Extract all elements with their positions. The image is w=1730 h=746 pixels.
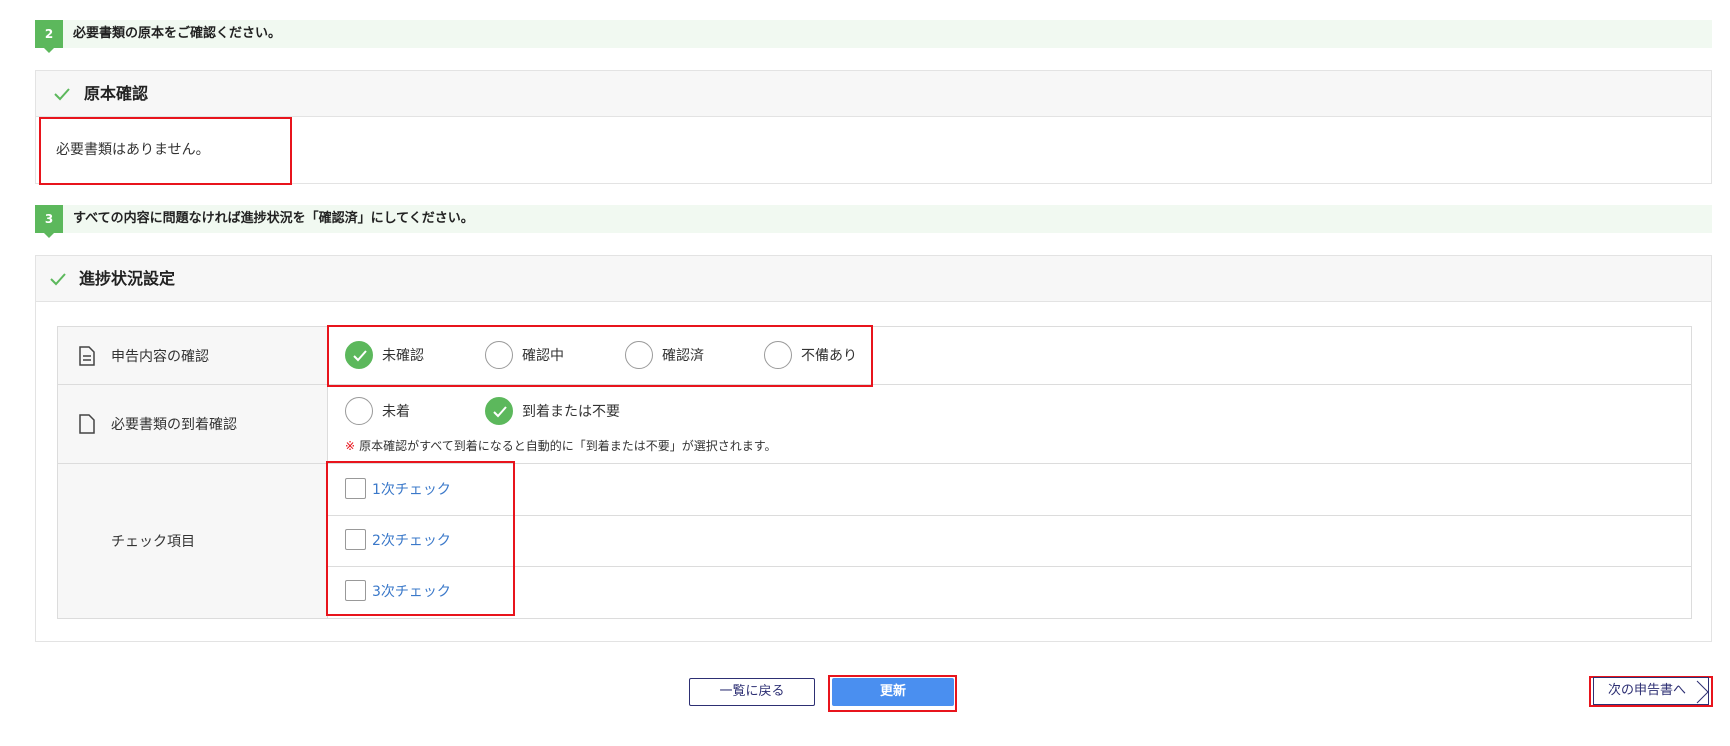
radio-label: 未着 [382,404,410,420]
step-instruction: 必要書類の原本をご確認ください。 [73,26,282,41]
note-text: 原本確認がすべて到着になると自動的に「到着または不要」が選択されます。 [359,439,777,453]
checkmark-icon [50,273,66,286]
original-check-panel: 原本確認 必要書類はありません。 [35,70,1712,184]
row-label-cell: 申告内容の確認 [58,327,328,384]
checkbox-square [345,478,366,499]
radio-label: 到着または不要 [522,404,620,420]
next-declaration-button[interactable]: 次の申告書へ [1593,677,1709,705]
chevron-right-icon [1696,680,1709,704]
radio-label: 確認済 [662,348,704,364]
no-documents-message: 必要書類はありません。 [56,142,210,158]
check-items-row: チェック項目 1次チェック 2次チェック 3次チェック [58,464,1691,618]
row-label-cell: 必要書類の到着確認 [58,385,328,463]
check-divider [328,566,1691,567]
documents-arrival-row: 必要書類の到着確認 未着 到着または不要 ※ 原本確認がすべて到着になると自動的に… [58,385,1691,464]
radio-arrived-or-unneeded[interactable]: 到着または不要 [485,397,620,425]
panel-header: 原本確認 [36,71,1711,117]
radio-circle [345,397,373,425]
check-icon [493,406,507,418]
check-divider [328,515,1691,516]
radio-circle-selected [485,397,513,425]
second-check-checkbox[interactable]: 2次チェック [345,529,451,550]
settings-table: 申告内容の確認 未確認 確認中 確認済 不備あり 必要書類の到着確認 未着 到着… [57,326,1692,619]
checkmark-icon [54,88,70,101]
step-3-bar: 3 すべての内容に問題なければ進捗状況を「確認済」にしてください。 [35,205,1712,238]
radio-label: 確認中 [522,348,564,364]
checkbox-label: 3次チェック [372,583,451,600]
radio-circle [625,341,653,369]
next-button-label: 次の申告書へ [1608,683,1687,698]
declaration-check-row: 申告内容の確認 未確認 確認中 確認済 不備あり [58,327,1691,385]
panel-title: 進捗状況設定 [79,269,176,288]
step-number-badge: 3 [35,205,63,238]
step-number-badge: 2 [35,20,63,53]
checkbox-square [345,580,366,601]
radio-unconfirmed[interactable]: 未確認 [345,341,424,369]
third-check-checkbox[interactable]: 3次チェック [345,580,451,601]
row-label-cell: チェック項目 [58,464,328,618]
document-lines-icon [79,345,95,366]
auto-select-note: ※ 原本確認がすべて到着になると自動的に「到着または不要」が選択されます。 [345,437,777,454]
update-button[interactable]: 更新 [832,678,954,706]
step-instruction: すべての内容に問題なければ進捗状況を「確認済」にしてください。 [73,211,474,226]
row-label: 必要書類の到着確認 [111,417,237,433]
step-2-bar: 2 必要書類の原本をご確認ください。 [35,20,1712,53]
radio-label: 未確認 [382,348,424,364]
note-mark: ※ [345,439,356,453]
radio-confirming[interactable]: 確認中 [485,341,564,369]
radio-circle [485,341,513,369]
checkbox-label: 1次チェック [372,481,451,498]
back-to-list-button[interactable]: 一覧に戻る [689,678,815,706]
document-icon [79,414,95,434]
radio-circle-selected [345,341,373,369]
radio-confirmed[interactable]: 確認済 [625,341,704,369]
row-label: チェック項目 [111,534,195,550]
radio-label: 不備あり [801,348,857,364]
radio-deficient[interactable]: 不備あり [764,341,857,369]
row-label: 申告内容の確認 [111,348,209,365]
progress-settings-panel: 進捗状況設定 申告内容の確認 未確認 確認中 確認済 不備あり 必要書類の到着確… [35,255,1712,642]
checkbox-label: 2次チェック [372,532,451,549]
panel-header: 進捗状況設定 [36,256,1711,302]
panel-title: 原本確認 [84,84,149,103]
radio-circle [764,341,792,369]
checkbox-square [345,529,366,550]
first-check-checkbox[interactable]: 1次チェック [345,478,451,499]
check-icon [353,350,367,362]
radio-not-arrived[interactable]: 未着 [345,397,410,425]
